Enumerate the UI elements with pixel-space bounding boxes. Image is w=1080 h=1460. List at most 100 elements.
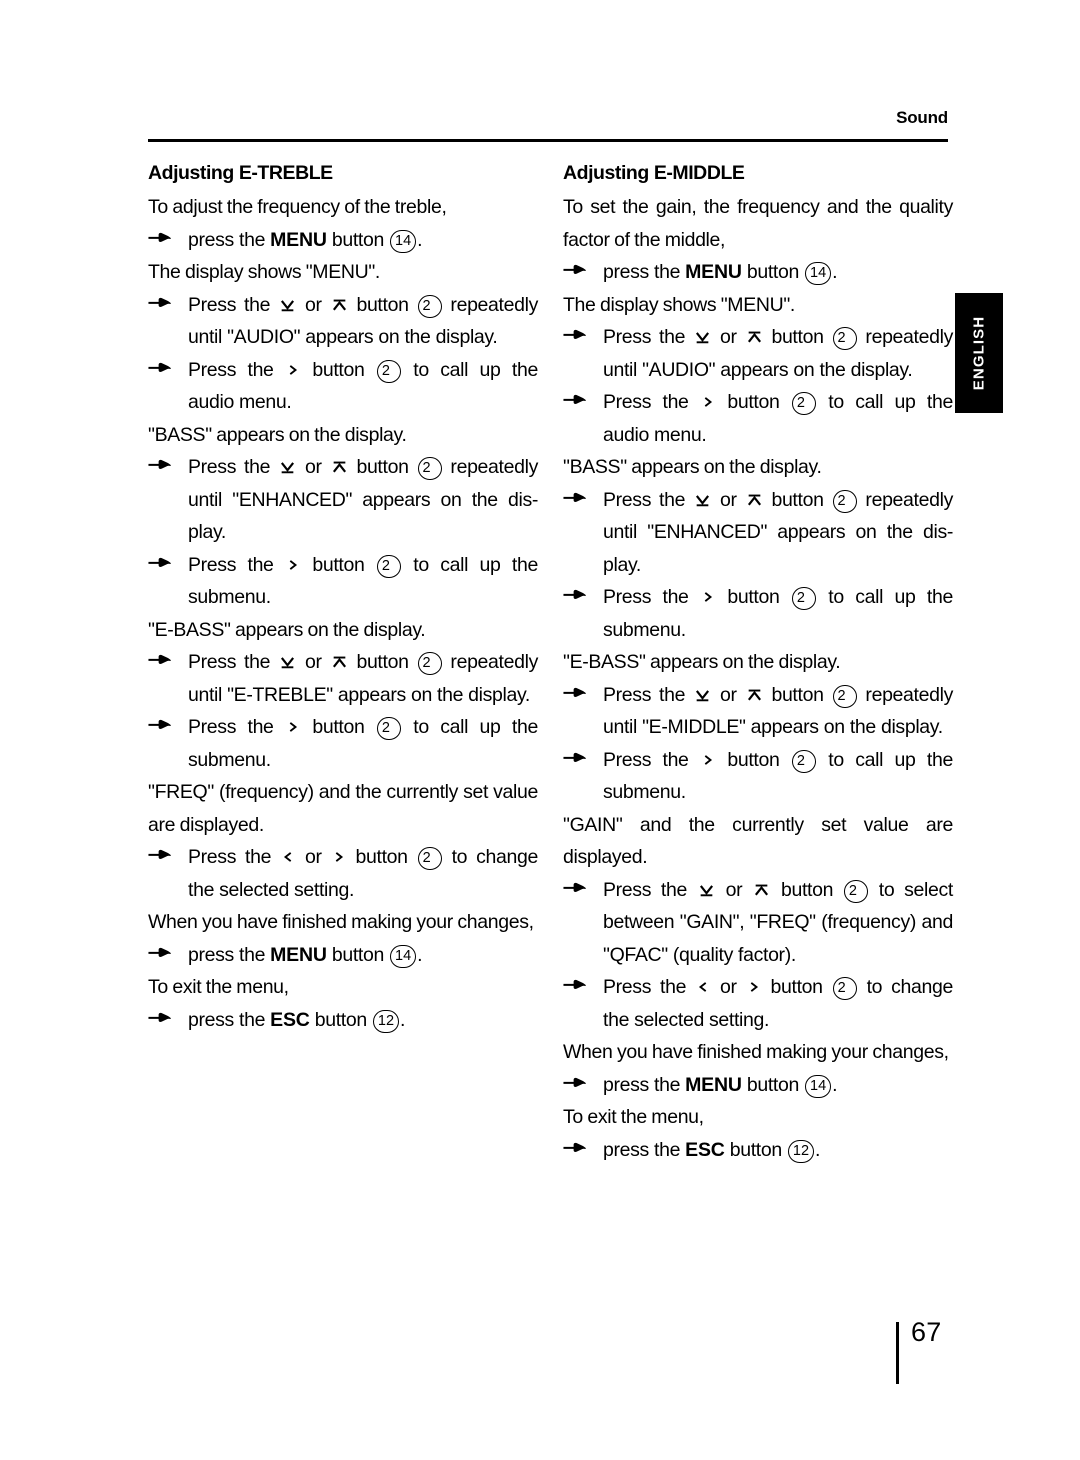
instruction-step: Press the or button 2 to select between … [563, 874, 953, 972]
button-ref-2: 2 [832, 327, 857, 350]
paragraph: "BASS" appears on the display. [563, 456, 822, 478]
paragraph: "E-BASS" appears on the display. [148, 618, 426, 641]
pointing-hand-icon [563, 874, 593, 907]
down-arrow-icon [279, 453, 296, 474]
button-ref-2: 2 [376, 554, 401, 578]
instruction-step-text: Press the or button 2 repeatedly until "… [603, 679, 953, 744]
instruction-step-text: press the MENU button 14. [188, 228, 423, 253]
running-header: Sound [148, 108, 948, 148]
right-chevron-icon [702, 583, 714, 602]
language-tab: ENGLISH [955, 293, 1003, 413]
button-ref-14: 14 [805, 262, 832, 285]
instruction-step-text: Press the button 2 to call up the audio … [603, 386, 953, 451]
paragraph: To set the gain, the frequency and the q… [563, 196, 953, 251]
instruction-step-text: Press the button 2 to call up the submen… [603, 744, 953, 809]
right-chevron-icon [748, 973, 760, 992]
instruction-step: press the MENU button 14. [148, 939, 538, 972]
language-tab-label: ENGLISH [970, 315, 988, 391]
pointing-hand-icon [148, 451, 178, 484]
paragraph: "GAIN" and the currently set value are d… [563, 813, 953, 869]
button-ref-14: 14 [390, 229, 417, 253]
key-label-menu: MENU [685, 1073, 742, 1096]
key-label-menu: MENU [685, 261, 742, 283]
paragraph: The display shows "MENU". [563, 293, 795, 316]
button-ref-2: 2 [376, 359, 401, 383]
button-ref-2: 2 [832, 489, 857, 513]
instruction-step-text: Press the or button 2 to change the sele… [603, 971, 953, 1036]
instruction-step: Press the or button 2 repeatedly until "… [148, 289, 538, 354]
button-ref-2: 2 [843, 879, 868, 903]
paragraph: To exit the menu, [148, 976, 289, 998]
instruction-step: Press the button 2 to call up the audio … [563, 386, 953, 451]
instruction-step-text: Press the or button 2 repeatedly until "… [188, 289, 538, 354]
instruction-step: Press the button 2 to call up the submen… [563, 744, 953, 809]
pointing-hand-icon [563, 1134, 593, 1167]
up-arrow-icon [746, 486, 763, 506]
pointing-hand-icon [148, 646, 178, 679]
instruction-step: press the MENU button 14. [563, 1069, 953, 1102]
folio-divider [896, 1322, 899, 1384]
instruction-step: Press the button 2 to call up the submen… [563, 581, 953, 646]
column-right: Adjusting E-MIDDLE To set the gain, the … [563, 160, 953, 1166]
left-chevron-icon [697, 973, 709, 992]
key-label-esc: ESC [685, 1138, 725, 1161]
instruction-step: Press the or button 2 to change the sele… [148, 841, 538, 906]
pointing-hand-icon [148, 354, 178, 387]
column-left: Adjusting E-TREBLE To adjust the frequen… [148, 160, 538, 1036]
button-ref-2: 2 [791, 392, 816, 415]
instruction-step-text: press the MENU button 14. [603, 1073, 838, 1098]
instruction-step-text: press the ESC button 12. [603, 1138, 821, 1163]
instruction-step-text: Press the button 2 to call up the submen… [188, 549, 538, 614]
button-ref-14: 14 [805, 1074, 832, 1098]
down-arrow-icon [694, 681, 711, 701]
paragraph: The display shows "MENU". [148, 261, 380, 283]
pointing-hand-icon [148, 549, 178, 582]
instruction-step-text: press the MENU button 14. [188, 943, 423, 968]
page-number: 67 [911, 1317, 942, 1347]
instruction-step: press the ESC button 12. [563, 1134, 953, 1167]
right-chevron-icon [702, 388, 714, 407]
up-arrow-icon [753, 876, 770, 896]
paragraph: To adjust the frequency of the treble, [148, 196, 447, 218]
button-ref-2: 2 [417, 652, 442, 675]
right-chevron-icon [287, 551, 299, 570]
pointing-hand-icon [563, 386, 593, 419]
down-arrow-icon [279, 291, 296, 311]
instruction-step-text: Press the button 2 to call up the submen… [603, 581, 953, 646]
pointing-hand-icon [563, 679, 593, 712]
instruction-step-text: Press the or button 2 repeatedly until "… [603, 484, 953, 582]
paragraph: When you have finished making your chang… [148, 911, 534, 933]
right-chevron-icon [333, 843, 345, 862]
pointing-hand-icon [148, 224, 178, 257]
section-title-right: Adjusting E-MIDDLE [563, 162, 745, 184]
button-ref-14: 14 [390, 944, 417, 968]
pointing-hand-icon [148, 711, 178, 744]
up-arrow-icon [331, 453, 348, 473]
instruction-step: Press the button 2 to call up the submen… [148, 549, 538, 614]
pointing-hand-icon [563, 1069, 593, 1102]
down-arrow-icon [279, 648, 296, 669]
key-label-menu: MENU [270, 943, 327, 966]
down-arrow-icon [694, 486, 711, 506]
section-title-left: Adjusting E-TREBLE [148, 162, 333, 184]
instruction-step-text: Press the button 2 to call up the audio … [188, 354, 538, 419]
instruction-step-text: Press the or button 2 repeatedly until "… [603, 321, 953, 386]
pointing-hand-icon [563, 256, 593, 289]
up-arrow-icon [331, 648, 348, 668]
pointing-hand-icon [563, 321, 593, 354]
page-title: Sound [896, 108, 948, 127]
button-ref-2: 2 [791, 587, 816, 610]
pointing-hand-icon [148, 939, 178, 972]
instruction-step-text: Press the or button 2 to change the sele… [188, 841, 538, 906]
right-chevron-icon [287, 713, 299, 732]
left-chevron-icon [282, 843, 294, 862]
instruction-step-text: Press the or button 2 repeatedly until "… [188, 451, 538, 549]
down-arrow-icon [698, 876, 715, 896]
up-arrow-icon [331, 291, 348, 311]
button-ref-2: 2 [376, 717, 401, 740]
right-chevron-icon [702, 746, 714, 765]
instruction-step-text: press the MENU button 14. [603, 261, 838, 285]
button-ref-2: 2 [417, 457, 442, 480]
key-label-menu: MENU [270, 228, 327, 251]
up-arrow-icon [746, 323, 763, 343]
